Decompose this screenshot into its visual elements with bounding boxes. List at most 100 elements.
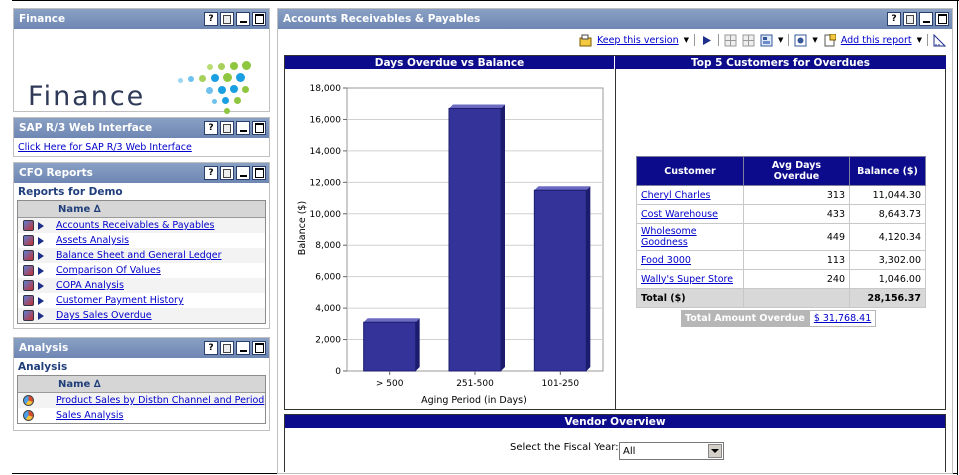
report-icon[interactable] — [23, 310, 34, 321]
sap-web-interface-link[interactable]: Click Here for SAP R/3 Web Interface — [18, 142, 192, 153]
list-item[interactable]: Days Sales Overdue — [18, 308, 265, 323]
report-link[interactable]: Days Sales Overdue — [56, 310, 152, 321]
maximize-icon[interactable] — [252, 12, 266, 26]
y-tick-label: 10,000 — [310, 210, 342, 220]
properties-icon[interactable] — [903, 12, 917, 26]
bar-top — [449, 104, 505, 109]
list-item[interactable]: Comparison Of Values — [18, 263, 265, 278]
minimize-icon[interactable] — [919, 12, 933, 26]
logo-dot — [236, 73, 245, 82]
keep-version-icon[interactable] — [579, 34, 592, 47]
report-icon[interactable] — [23, 250, 34, 261]
play-icon[interactable] — [38, 236, 44, 245]
total-amount-overdue-value[interactable]: $ 31,768.41 — [814, 313, 871, 324]
report-link[interactable]: Accounts Receivables & Payables — [56, 220, 214, 231]
report-link[interactable]: Comparison Of Values — [56, 265, 161, 276]
list-item[interactable]: Balance Sheet and General Ledger — [18, 248, 265, 263]
customer-link[interactable]: Wally's Super Store — [641, 274, 733, 285]
bar — [533, 189, 587, 372]
minimize-icon[interactable] — [236, 12, 250, 26]
list-item[interactable]: Customer Payment History — [18, 293, 265, 308]
help-icon[interactable]: ? — [887, 12, 901, 26]
maximize-icon[interactable] — [252, 121, 266, 135]
report-icon[interactable] — [23, 235, 34, 246]
insert-row-icon[interactable] — [724, 34, 737, 47]
report-link[interactable]: Customer Payment History — [56, 295, 184, 306]
play-icon[interactable] — [38, 251, 44, 260]
customer-link[interactable]: Food 3000 — [641, 255, 691, 266]
add-report-icon[interactable] — [823, 33, 836, 47]
report-link[interactable]: Assets Analysis — [56, 235, 129, 246]
layout-dropdown-icon[interactable]: ▼ — [778, 36, 783, 44]
analysis-link[interactable]: Sales Analysis — [56, 410, 123, 421]
customer-link[interactable]: Cheryl Charles — [641, 190, 711, 201]
report-icon[interactable] — [23, 280, 34, 291]
name-column-header[interactable]: Name ∆ — [18, 201, 265, 218]
name-column-header[interactable]: Name ∆ — [18, 376, 265, 393]
fiscal-year-select[interactable]: All — [619, 442, 724, 460]
help-icon[interactable]: ? — [204, 166, 218, 180]
add-report-link[interactable]: Add this report — [841, 35, 912, 46]
customer-link[interactable]: Wholesome Goodness — [641, 226, 697, 248]
report-icon[interactable] — [23, 265, 34, 276]
layout-icon[interactable] — [760, 34, 773, 47]
play-icon[interactable] — [38, 266, 44, 275]
help-icon[interactable]: ? — [204, 121, 218, 135]
y-tick-label: 12,000 — [310, 178, 342, 188]
report-icon[interactable] — [23, 220, 34, 231]
play-icon[interactable] — [700, 34, 713, 47]
accounts-portlet: Accounts Receivables & Payables ? Keep t… — [277, 8, 953, 474]
customer-link[interactable]: Cost Warehouse — [641, 209, 718, 220]
section-divider — [615, 69, 616, 410]
list-item[interactable]: Assets Analysis — [18, 233, 265, 248]
list-item[interactable]: Product Sales by Distbn Channel and Peri… — [18, 393, 265, 408]
chart-icon[interactable] — [23, 410, 34, 421]
chart-icon[interactable] — [23, 395, 34, 406]
play-icon[interactable] — [38, 221, 44, 230]
minimize-icon[interactable] — [236, 166, 250, 180]
play-icon[interactable] — [38, 296, 44, 305]
window-frame-top — [12, 0, 959, 1]
x-tick-label: > 500 — [376, 379, 404, 389]
keep-version-link[interactable]: Keep this version — [597, 35, 679, 46]
chevron-down-icon[interactable] — [708, 444, 722, 458]
analysis-portlet: Analysis ? Analysis Name ∆ Product Sales… — [13, 337, 270, 431]
report-link[interactable]: COPA Analysis — [56, 280, 124, 291]
insert-column-icon[interactable] — [742, 34, 755, 47]
list-item[interactable]: COPA Analysis — [18, 278, 265, 293]
properties-icon[interactable] — [220, 166, 234, 180]
maximize-icon[interactable] — [252, 166, 266, 180]
minimize-icon[interactable] — [236, 121, 250, 135]
logo-dot — [242, 61, 251, 70]
help-icon[interactable]: ? — [204, 12, 218, 26]
view-icon[interactable] — [794, 34, 807, 47]
report-link[interactable]: Balance Sheet and General Ledger — [56, 250, 222, 261]
report-icon[interactable] — [23, 295, 34, 306]
logo-dot — [224, 108, 230, 114]
total-row: Total ($) 28,156.37 — [636, 288, 926, 308]
list-item[interactable]: Sales Analysis — [18, 408, 265, 423]
properties-icon[interactable] — [220, 12, 234, 26]
maximize-icon[interactable] — [935, 12, 949, 26]
maximize-icon[interactable] — [252, 341, 266, 355]
play-icon[interactable] — [38, 311, 44, 320]
cfo-portlet-header: CFO Reports ? — [14, 163, 269, 183]
play-icon[interactable] — [38, 281, 44, 290]
logo-dot — [218, 63, 225, 70]
list-item[interactable]: Accounts Receivables & Payables — [18, 218, 265, 233]
add-report-dropdown-icon[interactable]: ▼ — [917, 36, 922, 44]
properties-icon[interactable] — [220, 341, 234, 355]
balance-cell: 8,643.73 — [849, 204, 926, 224]
ruler-icon[interactable] — [933, 33, 946, 47]
report-toolbar: Keep this version ▼ ▼ ▼ Add this report … — [278, 29, 952, 51]
minimize-icon[interactable] — [236, 341, 250, 355]
balance-column-header: Balance ($) — [849, 156, 926, 186]
view-dropdown-icon[interactable]: ▼ — [812, 36, 817, 44]
table-row: Wholesome Goodness 449 4,120.34 — [636, 223, 926, 251]
logo-dot — [199, 75, 206, 82]
keep-version-dropdown-icon[interactable]: ▼ — [684, 36, 689, 44]
properties-icon[interactable] — [220, 121, 234, 135]
help-icon[interactable]: ? — [204, 341, 218, 355]
analysis-link[interactable]: Product Sales by Distbn Channel and Peri… — [56, 395, 264, 406]
toolbar-separator — [718, 34, 720, 46]
